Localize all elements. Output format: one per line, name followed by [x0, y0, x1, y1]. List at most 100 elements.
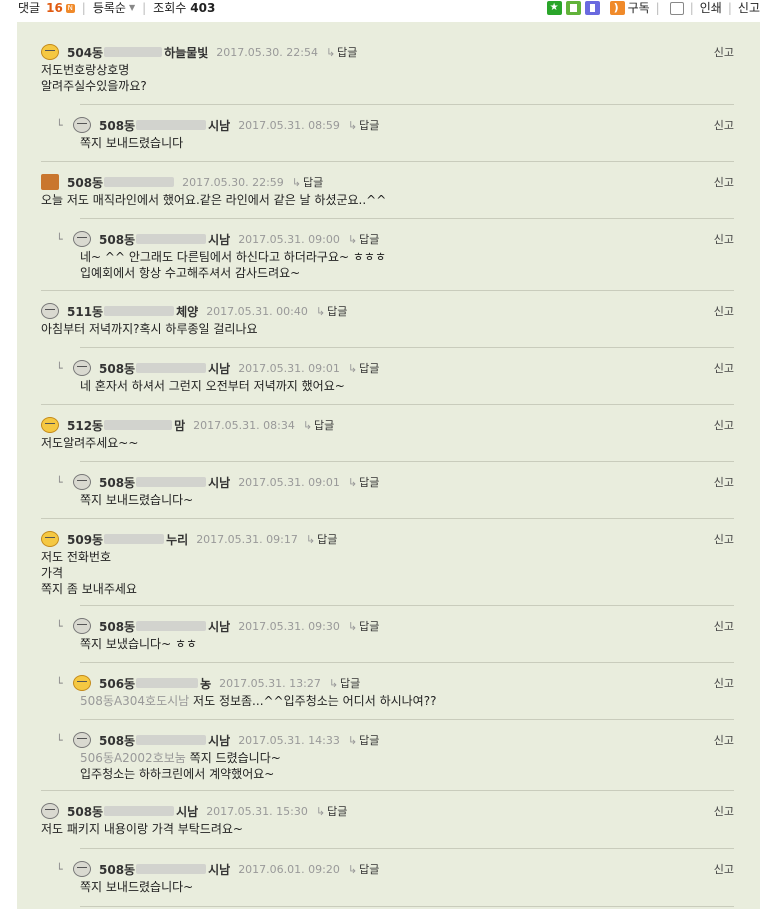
avatar[interactable] [73, 675, 91, 691]
report-post-button[interactable]: 신고 [738, 0, 760, 16]
reply-button[interactable]: ↳ 답글 [348, 360, 379, 376]
avatar[interactable] [73, 360, 91, 376]
author-nickname-tail[interactable]: 맘 [174, 417, 185, 434]
blurred-nickname [136, 621, 207, 631]
print-button[interactable]: 인쇄 [700, 0, 722, 16]
reply-button[interactable]: ↳ 답글 [348, 231, 379, 247]
avatar[interactable] [41, 303, 59, 319]
avatar[interactable] [73, 231, 91, 247]
comments-label[interactable]: 댓글 [18, 0, 40, 16]
report-button[interactable]: 신고 [714, 732, 734, 748]
reply-button[interactable]: ↳ 답글 [329, 675, 360, 691]
reply-button[interactable]: ↳ 답글 [306, 531, 337, 547]
subscribe-button[interactable]: 구독 [628, 0, 650, 16]
comment-date: 2017.05.31. 15:30 [206, 804, 308, 818]
author-nickname-tail[interactable]: 시남 [208, 861, 230, 878]
author-name[interactable]: 508동 [99, 360, 135, 377]
author-name[interactable]: 511동 [67, 303, 103, 320]
blog-icon[interactable] [584, 1, 600, 15]
report-button[interactable]: 신고 [714, 618, 734, 634]
author-nickname-tail[interactable]: 시남 [208, 732, 230, 749]
report-button[interactable]: 신고 [714, 803, 734, 819]
mention-link[interactable]: 506동A2002호보눔 [80, 751, 186, 765]
author-name[interactable]: 508동 [99, 732, 135, 749]
author-name[interactable]: 504동 [67, 44, 103, 61]
avatar[interactable] [73, 474, 91, 490]
reply-icon: ↳ [347, 119, 358, 132]
memo-icon[interactable] [565, 1, 581, 15]
rss-icon[interactable] [609, 0, 625, 16]
author-name[interactable]: 508동 [67, 174, 103, 191]
reply-button[interactable]: ↳ 답글 [303, 417, 334, 433]
report-button[interactable]: 신고 [714, 303, 734, 319]
avatar[interactable] [41, 531, 59, 547]
mention-link[interactable]: 508동A304호도시남 [80, 694, 189, 708]
author-name[interactable]: 508동 [99, 231, 135, 248]
avatar[interactable] [73, 618, 91, 634]
author-name[interactable]: 508동 [99, 618, 135, 635]
reply-button[interactable]: ↳ 답글 [348, 861, 379, 877]
reply-button[interactable]: ↳ 답글 [348, 117, 379, 133]
author-nickname-tail[interactable]: 농 [200, 675, 211, 692]
author-name[interactable]: 506동 [99, 675, 135, 692]
comment-date: 2017.05.31. 08:34 [193, 418, 295, 432]
report-button[interactable]: 신고 [714, 417, 734, 433]
reply-label: 답글 [327, 805, 348, 818]
report-button[interactable]: 신고 [714, 861, 734, 877]
reply-button[interactable]: ↳ 답글 [292, 174, 323, 190]
reply-button[interactable]: ↳ 답글 [326, 44, 357, 60]
avatar[interactable] [41, 44, 59, 60]
report-button[interactable]: 신고 [714, 474, 734, 490]
report-button[interactable]: 신고 [714, 231, 734, 247]
reply-label: 답글 [359, 476, 380, 489]
sort-dropdown[interactable]: 등록순 [93, 0, 126, 16]
avatar[interactable] [41, 417, 59, 433]
author-nickname-tail[interactable]: 시남 [208, 618, 230, 635]
avatar[interactable] [73, 732, 91, 748]
avatar[interactable] [73, 861, 91, 877]
report-button[interactable]: 신고 [714, 174, 734, 190]
chevron-down-icon[interactable]: ▼ [129, 0, 135, 16]
share-icon[interactable] [669, 1, 684, 15]
reply-button[interactable]: ↳ 답글 [348, 732, 379, 748]
avatar[interactable] [41, 803, 59, 819]
avatar[interactable] [73, 117, 91, 133]
reply-button[interactable]: ↳ 답글 [316, 303, 347, 319]
reply-icon: ↳ [347, 620, 358, 633]
report-button[interactable]: 신고 [714, 117, 734, 133]
blurred-nickname [104, 47, 163, 57]
reply-label: 답글 [340, 677, 361, 690]
reply-button[interactable]: ↳ 답글 [348, 618, 379, 634]
author-name[interactable]: 512동 [67, 417, 103, 434]
comment-text: 저도 정보좀...^^입주청소는 어디서 하시나여?? [193, 694, 437, 708]
author-name[interactable]: 508동 [99, 117, 135, 134]
author-name[interactable]: 508동 [67, 803, 103, 820]
comment-text: 가격 [41, 566, 64, 580]
reply-button[interactable]: ↳ 답글 [316, 803, 347, 819]
report-button[interactable]: 신고 [714, 360, 734, 376]
author-nickname-tail[interactable]: 시남 [208, 360, 230, 377]
reply-label: 답글 [337, 46, 358, 59]
report-button[interactable]: 신고 [714, 44, 734, 60]
reply-label: 답글 [359, 620, 380, 633]
author-nickname-tail[interactable]: 시남 [208, 117, 230, 134]
reply-arrow-icon: └ [56, 676, 63, 690]
blurred-nickname [104, 306, 175, 316]
author-nickname-tail[interactable]: 시남 [208, 231, 230, 248]
star-icon[interactable]: ★ [546, 1, 562, 15]
author-name[interactable]: 508동 [99, 861, 135, 878]
comment-divider [80, 605, 734, 606]
author-nickname-tail[interactable]: 하늘물빛 [164, 44, 208, 61]
report-button[interactable]: 신고 [714, 675, 734, 691]
author-nickname-tail[interactable]: 시남 [176, 803, 198, 820]
comment-text: 저도번호랑상호명 [41, 63, 130, 77]
author-name[interactable]: 509동 [67, 531, 103, 548]
report-button[interactable]: 신고 [714, 531, 734, 547]
author-name[interactable]: 508동 [99, 474, 135, 491]
author-nickname-tail[interactable]: 누리 [166, 531, 188, 548]
avatar[interactable] [41, 174, 59, 190]
reply-button[interactable]: ↳ 답글 [348, 474, 379, 490]
author-nickname-tail[interactable]: 시남 [208, 474, 230, 491]
author-nickname-tail[interactable]: 체양 [176, 303, 198, 320]
reply-arrow-icon: └ [56, 862, 63, 876]
